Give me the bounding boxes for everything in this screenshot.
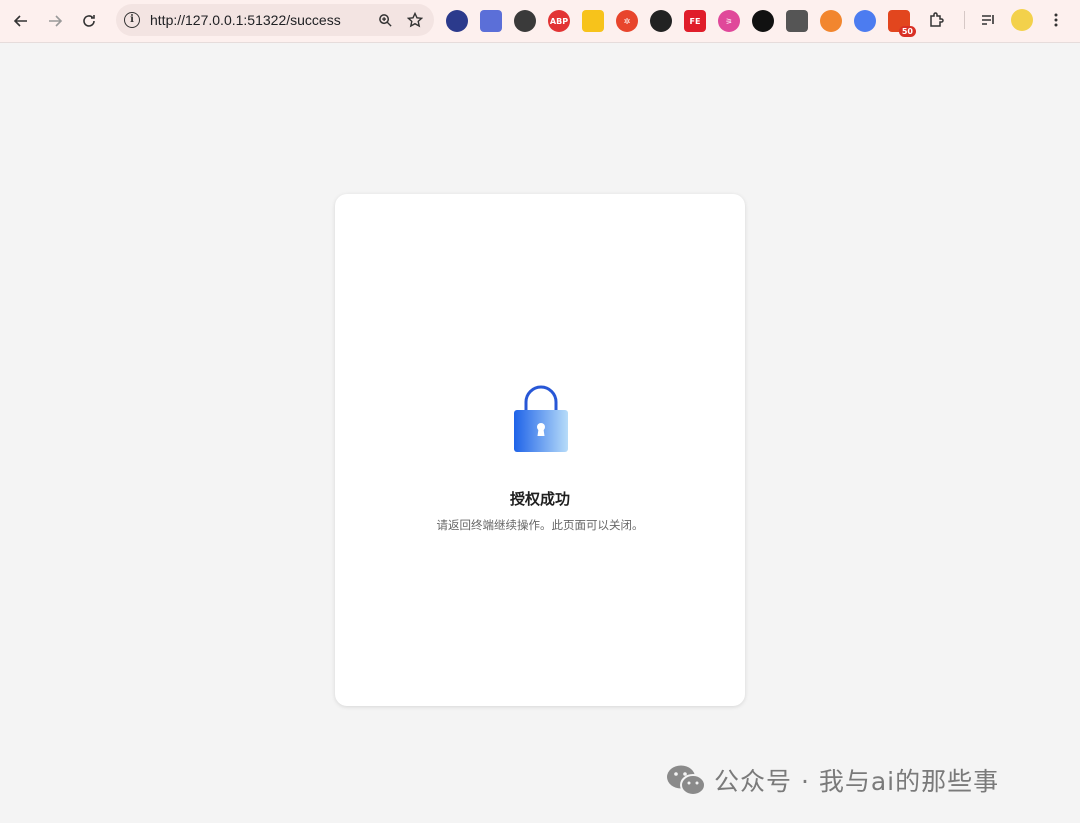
ext-5-extension-icon[interactable] — [582, 10, 604, 32]
ext-9-extension-icon[interactable]: ⚞ — [718, 10, 740, 32]
ext-14-extension-icon[interactable]: 50 — [888, 10, 916, 37]
reading-list-icon[interactable] — [977, 9, 999, 31]
ext-3-extension-icon[interactable] — [514, 10, 536, 32]
watermark-text: 公众号 · 我与ai的那些事 — [714, 767, 1000, 796]
fe-helper-extension-icon[interactable]: FE — [684, 10, 706, 32]
profile-avatar[interactable] — [1011, 9, 1033, 31]
zoom-icon[interactable] — [374, 9, 396, 31]
ext-1-extension-icon[interactable] — [446, 10, 468, 32]
arrow-right-icon — [49, 15, 63, 27]
extension-badge: 50 — [898, 26, 916, 37]
browser-toolbar: i http://127.0.0.1:51322/success ABP ✲ FE ⚞… — [0, 0, 1080, 43]
adblock-plus-extension-icon[interactable]: ABP — [548, 10, 570, 32]
ext-7-extension-icon[interactable] — [650, 10, 672, 32]
back-button[interactable] — [6, 6, 36, 36]
watermark: 公众号 · 我与ai的那些事 — [666, 760, 999, 800]
ext-11-extension-icon[interactable] — [786, 10, 808, 32]
wechat-icon — [667, 765, 706, 796]
extensions-bar: ABP ✲ FE ⚞ 50 — [446, 6, 922, 37]
url-text[interactable]: http://127.0.0.1:51322/success — [150, 12, 341, 28]
reload-button[interactable] — [74, 6, 104, 36]
ext-6-extension-icon[interactable]: ✲ — [616, 10, 638, 32]
arrow-left-icon — [13, 15, 27, 27]
forward-button[interactable] — [40, 6, 70, 36]
toolbar-separator — [964, 11, 965, 29]
lock-icon — [514, 385, 568, 452]
bookmark-star-icon[interactable] — [404, 9, 426, 31]
ext-13-extension-icon[interactable] — [854, 10, 876, 32]
metamask-extension-icon[interactable] — [820, 10, 842, 32]
status-message: 请返回终端继续操作。此页面可以关闭。 — [436, 518, 644, 532]
more-menu-icon[interactable] — [1045, 9, 1067, 31]
reload-icon — [83, 15, 95, 27]
puzzle-extensions-icon[interactable] — [926, 9, 948, 31]
address-bar[interactable]: i http://127.0.0.1:51322/success — [116, 4, 434, 36]
page-title: 授权成功 — [509, 490, 570, 508]
ext-10-extension-icon[interactable] — [752, 10, 774, 32]
site-info-icon[interactable]: i — [124, 12, 140, 28]
auth-success-card: 授权成功 请返回终端继续操作。此页面可以关闭。 — [335, 194, 745, 706]
ext-2-extension-icon[interactable] — [480, 10, 502, 32]
